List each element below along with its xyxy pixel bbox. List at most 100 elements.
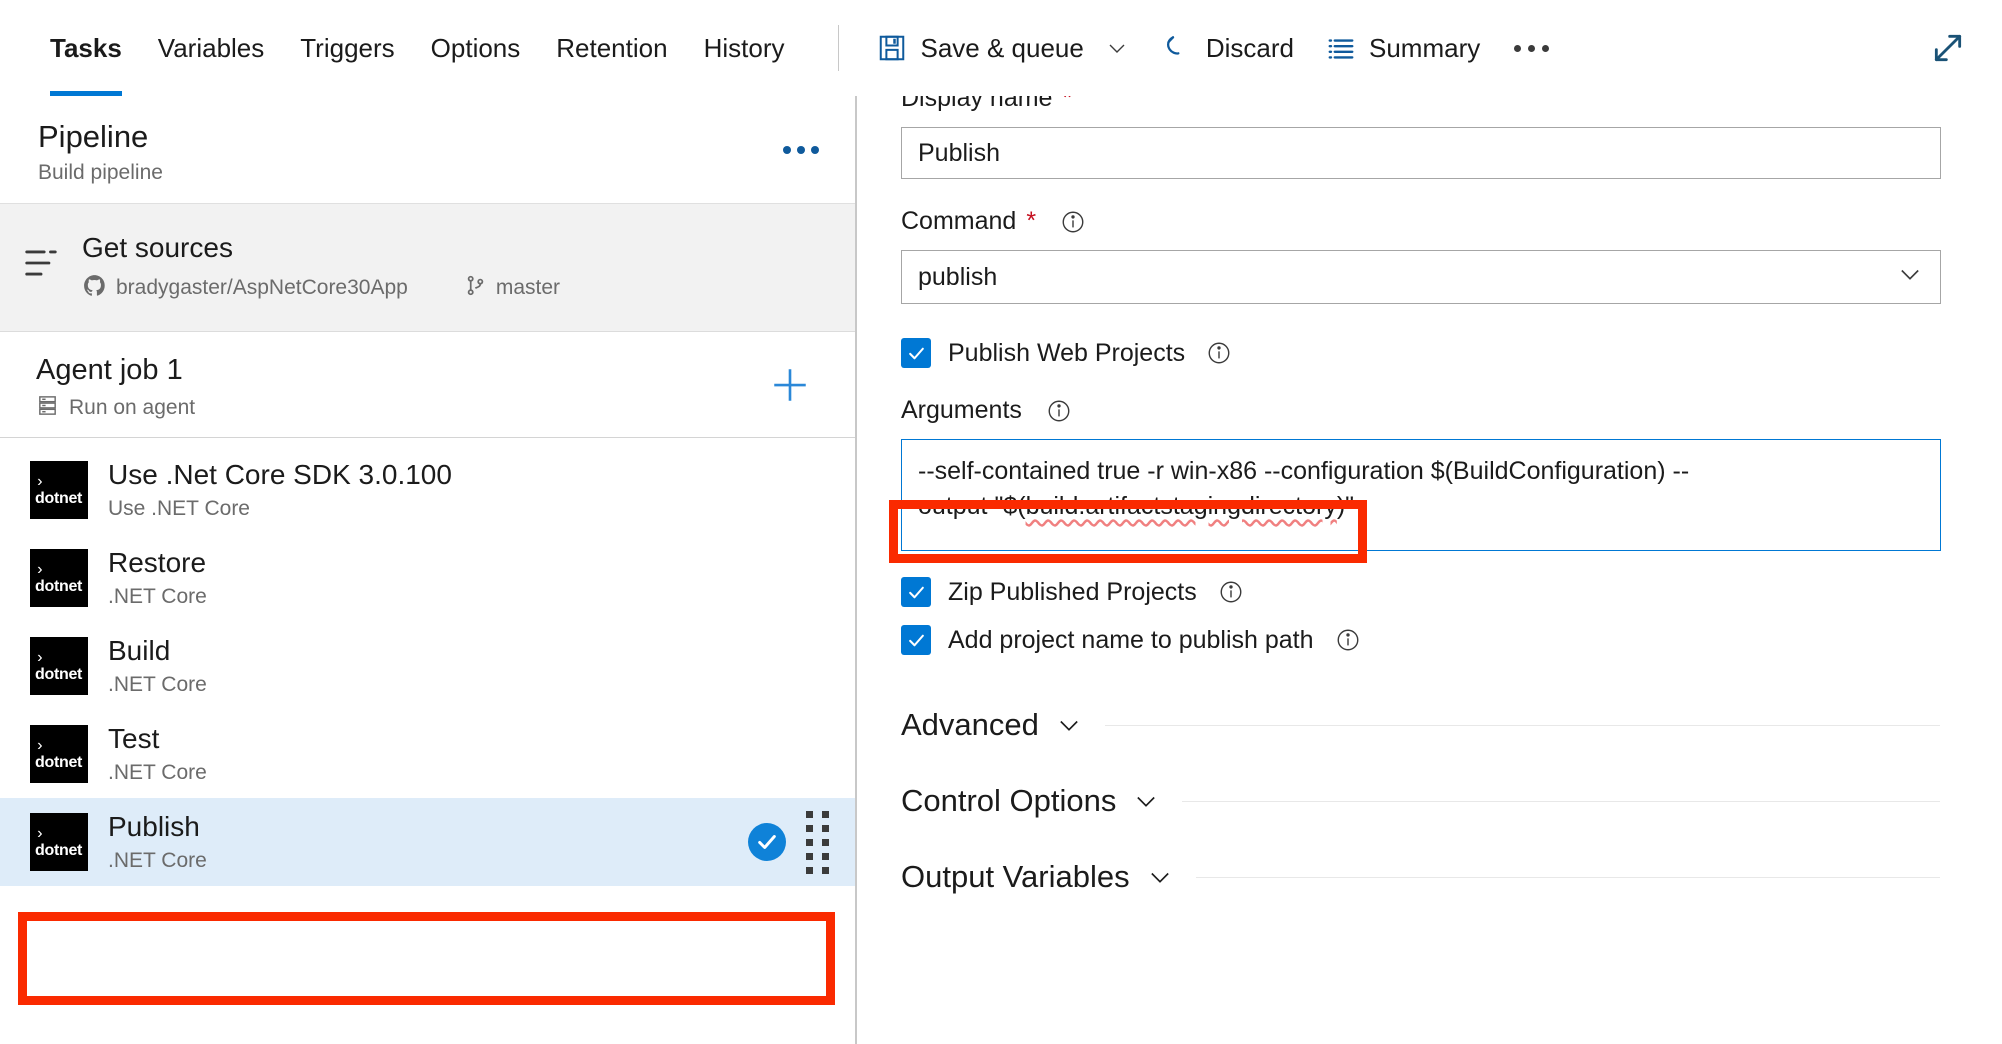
drag-dot	[806, 853, 813, 860]
tab-options-label: Options	[431, 33, 521, 64]
get-sources-row[interactable]: Get sources bradygaster/AspNetCore30App	[0, 204, 855, 332]
info-icon[interactable]	[1335, 627, 1361, 653]
section-output-variables[interactable]: Output Variables	[901, 859, 1940, 895]
dotnet-icon: › dotnet	[30, 461, 88, 519]
command-label-text: Command	[901, 207, 1016, 236]
arguments-line-1: --self-contained true -r win-x86 --confi…	[918, 454, 1924, 489]
task-name: Build	[108, 635, 829, 667]
dotnet-chevron: ›	[35, 650, 45, 666]
display-name-label-text: Display name	[901, 96, 1052, 113]
section-rule	[1105, 725, 1940, 726]
drag-dot	[806, 825, 813, 832]
arguments-line-2: output "$(build.artifactstagingdirectory…	[918, 489, 1924, 524]
arguments-field: Arguments --self-contained true -r win-x…	[901, 396, 1940, 551]
pipeline-header[interactable]: Pipeline Build pipeline	[0, 96, 855, 204]
toolbar-divider	[838, 25, 839, 71]
expand-view-button[interactable]	[1928, 28, 1968, 68]
toolbar-commands: Save & queue Discard	[861, 0, 1567, 96]
command-select[interactable]: publish	[901, 250, 1941, 304]
task-subtitle: Use .NET Core	[108, 497, 829, 521]
add-task-button[interactable]	[769, 364, 811, 406]
section-control-options[interactable]: Control Options	[901, 783, 1940, 819]
ellipsis-dot	[797, 146, 805, 154]
tab-retention-label: Retention	[556, 33, 667, 64]
task-name: Test	[108, 723, 829, 755]
dotnet-chevron: ›	[35, 738, 45, 754]
dotnet-chevron: ›	[35, 826, 45, 842]
ellipsis-dot	[811, 146, 819, 154]
agent-job-title: Agent job 1	[36, 354, 825, 387]
drag-dot	[822, 867, 829, 874]
branch-info: master	[464, 273, 560, 303]
info-icon[interactable]	[1206, 340, 1232, 366]
chevron-down-icon[interactable]	[1105, 36, 1129, 60]
dotnet-wordmark: dotnet	[35, 667, 82, 683]
dotnet-wordmark: dotnet	[35, 843, 82, 859]
chevron-down-icon[interactable]	[1146, 863, 1174, 891]
tab-variables[interactable]: Variables	[140, 0, 282, 96]
ellipsis-dot	[1514, 45, 1521, 52]
get-sources-meta: bradygaster/AspNetCore30App master	[82, 273, 560, 303]
discard-button[interactable]: Discard	[1145, 18, 1310, 78]
list-icon	[1326, 33, 1356, 63]
pipeline-more-button[interactable]	[783, 146, 819, 154]
tab-options[interactable]: Options	[413, 0, 539, 96]
add-project-name-checkbox[interactable]	[901, 625, 931, 655]
section-rule	[1182, 801, 1940, 802]
task-subtitle: .NET Core	[108, 585, 829, 609]
pivot-tabs: Tasks Variables Triggers Options Retenti…	[0, 0, 802, 96]
info-icon[interactable]	[1060, 209, 1086, 235]
command-value: publish	[918, 263, 997, 292]
task-drag-handle[interactable]	[806, 811, 829, 874]
agent-job-row[interactable]: Agent job 1 Run on agent	[0, 332, 855, 438]
more-commands-button[interactable]	[1496, 18, 1567, 78]
task-row-use-dotnet-core-sdk[interactable]: › dotnet Use .Net Core SDK 3.0.100 Use .…	[0, 446, 855, 534]
task-row-restore[interactable]: › dotnet Restore .NET Core	[0, 534, 855, 622]
arguments-line-2-misspelled: build.artifactstagingdirectory	[1026, 492, 1337, 520]
tab-retention[interactable]: Retention	[538, 0, 685, 96]
zip-published-projects-checkbox[interactable]	[901, 577, 931, 607]
pipeline-subtitle: Build pipeline	[38, 161, 825, 185]
save-and-queue-button[interactable]: Save & queue	[861, 18, 1144, 78]
task-settings-panel: Display name * Publish Command * publish	[859, 96, 2002, 1044]
drag-dot	[806, 811, 813, 818]
ellipsis-dot	[783, 146, 791, 154]
task-row-build[interactable]: › dotnet Build .NET Core	[0, 622, 855, 710]
task-subtitle: .NET Core	[108, 761, 829, 785]
command-field: Command * publish	[901, 207, 1940, 304]
chevron-down-icon[interactable]	[1896, 260, 1924, 295]
publish-web-projects-row: Publish Web Projects	[901, 338, 1940, 368]
chevron-down-icon[interactable]	[1132, 787, 1160, 815]
section-advanced[interactable]: Advanced	[901, 707, 1940, 743]
summary-label: Summary	[1369, 33, 1480, 64]
discard-label: Discard	[1206, 33, 1294, 64]
info-icon[interactable]	[1046, 398, 1072, 424]
drag-dot	[806, 839, 813, 846]
summary-button[interactable]: Summary	[1310, 18, 1496, 78]
save-icon	[877, 33, 907, 63]
tab-tasks[interactable]: Tasks	[32, 0, 140, 96]
task-subtitle: .NET Core	[108, 673, 829, 697]
ellipsis-dot	[1542, 45, 1549, 52]
undo-icon	[1161, 32, 1193, 64]
arguments-label-text: Arguments	[901, 396, 1022, 425]
display-name-label: Display name *	[901, 96, 1940, 113]
section-output-variables-label: Output Variables	[901, 859, 1130, 895]
chevron-down-icon[interactable]	[1055, 711, 1083, 739]
task-row-test[interactable]: › dotnet Test .NET Core	[0, 710, 855, 798]
repository-name: bradygaster/AspNetCore30App	[116, 276, 408, 300]
dotnet-wordmark: dotnet	[35, 579, 82, 595]
task-name: Use .Net Core SDK 3.0.100	[108, 459, 829, 491]
tab-triggers[interactable]: Triggers	[282, 0, 412, 96]
publish-web-projects-checkbox[interactable]	[901, 338, 931, 368]
dotnet-icon: › dotnet	[30, 549, 88, 607]
task-row-publish[interactable]: › dotnet Publish .NET Core	[0, 798, 855, 886]
tab-history[interactable]: History	[686, 0, 803, 96]
info-icon[interactable]	[1218, 579, 1244, 605]
arguments-textarea[interactable]: --self-contained true -r win-x86 --confi…	[901, 439, 1941, 551]
pipeline-title: Pipeline	[38, 118, 825, 157]
task-enabled-check-icon[interactable]	[748, 823, 786, 861]
tab-history-label: History	[704, 33, 785, 64]
get-sources-title: Get sources	[82, 232, 560, 264]
display-name-input[interactable]: Publish	[901, 127, 1941, 179]
